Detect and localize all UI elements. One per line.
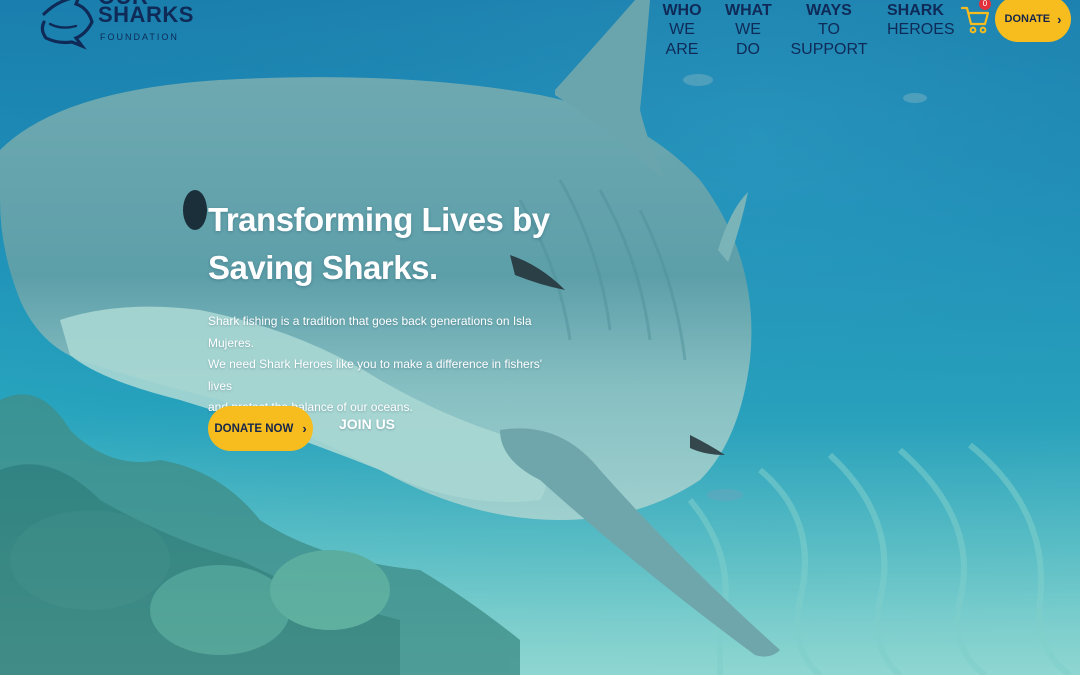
nav-ways-to-support[interactable]: WAYS TO SUPPORT <box>789 0 869 60</box>
logo-text-sharks: SHARKS <box>98 2 194 27</box>
hero-description-line2: We need Shark Heroes like you to make a … <box>208 357 543 393</box>
nav-shark-heroes-bottom: HEROES <box>887 21 955 38</box>
nav-what-we-do-bottom: WE DO <box>735 21 761 58</box>
nav-shark-heroes[interactable]: SHARK HEROES <box>887 0 955 40</box>
cart-button[interactable]: 0 <box>960 0 991 36</box>
chevron-right-icon: › <box>1057 11 1062 27</box>
nav-ways-to-support-bottom: TO SUPPORT <box>790 21 868 58</box>
chevron-right-icon: › <box>302 421 307 436</box>
header-donate-label: DONATE <box>1004 13 1051 25</box>
donate-now-button[interactable]: DONATE NOW › <box>208 406 313 451</box>
hero-description: Shark fishing is a tradition that goes b… <box>208 311 548 419</box>
site-logo[interactable]: OUR SHARKS FOUNDATION <box>36 0 193 52</box>
header-donate-button[interactable]: DONATE › <box>995 0 1071 42</box>
nav-what-we-do[interactable]: WHAT WE DO <box>725 0 772 60</box>
site-header: OUR SHARKS FOUNDATION WHO WE ARE WHAT WE… <box>0 0 1080 58</box>
shark-logo-icon <box>40 0 94 50</box>
logo-text-foundation: FOUNDATION <box>100 32 179 42</box>
nav-shark-heroes-top: SHARK <box>887 2 944 19</box>
nav-who-we-are-top: WHO <box>662 2 702 19</box>
hero-headline: Transforming Lives by Saving Sharks. <box>208 196 608 292</box>
nav-who-we-are[interactable]: WHO WE ARE <box>656 0 708 60</box>
join-us-link[interactable]: JOIN US <box>339 416 395 432</box>
hero-description-line1: Shark fishing is a tradition that goes b… <box>208 314 532 350</box>
hero-section: OUR SHARKS FOUNDATION WHO WE ARE WHAT WE… <box>0 0 1080 675</box>
nav-who-we-are-bottom: WE ARE <box>665 21 699 58</box>
hero-headline-line2: Saving Sharks. <box>208 249 438 286</box>
hero-headline-line1: Transforming Lives by <box>208 201 550 238</box>
nav-what-we-do-top: WHAT <box>725 2 772 19</box>
donate-now-label: DONATE NOW <box>214 422 294 435</box>
nav-ways-to-support-top: WAYS <box>806 2 852 19</box>
